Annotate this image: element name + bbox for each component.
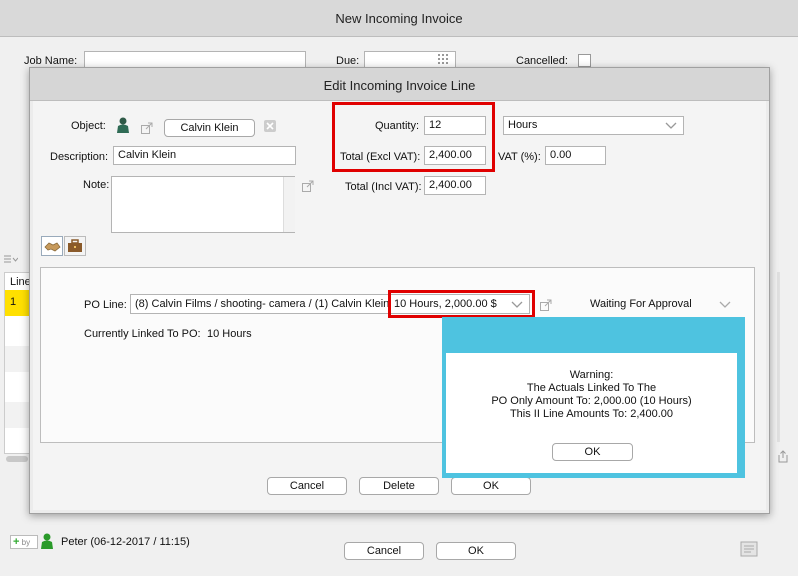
object-clear-icon[interactable] [264,120,276,132]
note-scrollbar[interactable] [283,177,295,232]
main-window-title: New Incoming Invoice [335,11,463,26]
notes-icon[interactable] [740,540,760,558]
object-label: Object: [71,120,106,132]
vat-field[interactable]: 0.00 [545,146,606,165]
right-scroll-track [777,272,780,442]
linked-label: Currently Linked To PO: [84,328,201,340]
total-incl-label: Total (Incl VAT): [345,181,422,193]
line-list: Line 1 [4,272,32,454]
tab-handshake[interactable] [41,236,63,256]
line-row-selected[interactable]: 1 [5,290,31,316]
po-amount-highlight [388,290,535,318]
calendar-icon[interactable] [438,54,451,65]
job-name-label: Job Name: [24,55,78,67]
edit-dialog-titlebar: Edit Incoming Invoice Line [30,68,769,101]
po-open-link-icon[interactable] [540,299,552,311]
plus-icon: + [13,536,20,548]
note-open-link-icon[interactable] [302,180,314,192]
po-status: Waiting For Approval [590,298,692,310]
unit-select-value: Hours [508,119,538,131]
dialog-delete-button[interactable]: Delete [359,477,439,495]
object-open-link-icon[interactable] [141,122,153,134]
cancelled-checkbox[interactable] [578,54,591,67]
quantity-total-highlight [332,102,495,172]
chevron-down-icon [665,122,677,129]
note-label: Note: [83,179,110,191]
due-label: Due: [336,55,360,67]
description-label: Description: [50,151,109,163]
add-by-badge: + by [10,535,38,549]
warning-line-1: Warning: [569,369,614,381]
user-icon [40,533,54,549]
main-ok-button[interactable]: OK [436,542,516,560]
warning-line-2: The Actuals Linked To The [526,382,657,394]
unit-select[interactable]: Hours [503,116,684,135]
main-cancel-button[interactable]: Cancel [344,542,424,560]
note-field[interactable] [111,176,295,233]
created-by-user: Peter (06-12-2017 / 11:15) [61,536,190,548]
person-icon [116,117,130,133]
cancelled-label: Cancelled: [516,55,568,67]
edit-dialog-title: Edit Incoming Invoice Line [323,78,476,93]
warning-ok-button[interactable]: OK [552,443,633,461]
share-icon[interactable] [777,450,789,463]
warning-line-4: This II Line Amounts To: 2,400.00 [509,408,674,420]
po-line-value: (8) Calvin Films / shooting- camera / (1… [135,298,388,310]
list-scrollbar[interactable] [6,456,28,462]
chevron-down-icon[interactable] [719,301,731,309]
warning-line-3: PO Only Amount To: 2,000.00 (10 Hours) [491,395,692,407]
list-menu-icon[interactable] [4,255,19,265]
warning-text: Warning: The Actuals Linked To The PO On… [446,369,737,421]
dialog-ok-button[interactable]: OK [451,477,531,495]
tab-briefcase[interactable] [64,236,86,256]
linked-value: 10 Hours [207,328,252,340]
vat-label: VAT (%): [498,151,541,163]
handshake-icon [44,242,61,252]
po-line-label: PO Line: [84,299,127,311]
created-by-label: by [21,538,31,547]
line-row [5,346,31,372]
main-window-titlebar: New Incoming Invoice [0,0,798,37]
object-button[interactable]: Calvin Klein [164,119,255,137]
line-row [5,402,31,428]
line-row-number: 1 [10,296,17,308]
description-field[interactable]: Calvin Klein [113,146,296,165]
warning-body: Warning: The Actuals Linked To The PO On… [446,353,737,473]
briefcase-icon [68,239,82,252]
line-column-header: Line [10,276,31,288]
warning-popup: Warning: The Actuals Linked To The PO On… [442,317,745,478]
dialog-cancel-button[interactable]: Cancel [267,477,347,495]
total-incl-field[interactable]: 2,400.00 [424,176,486,195]
